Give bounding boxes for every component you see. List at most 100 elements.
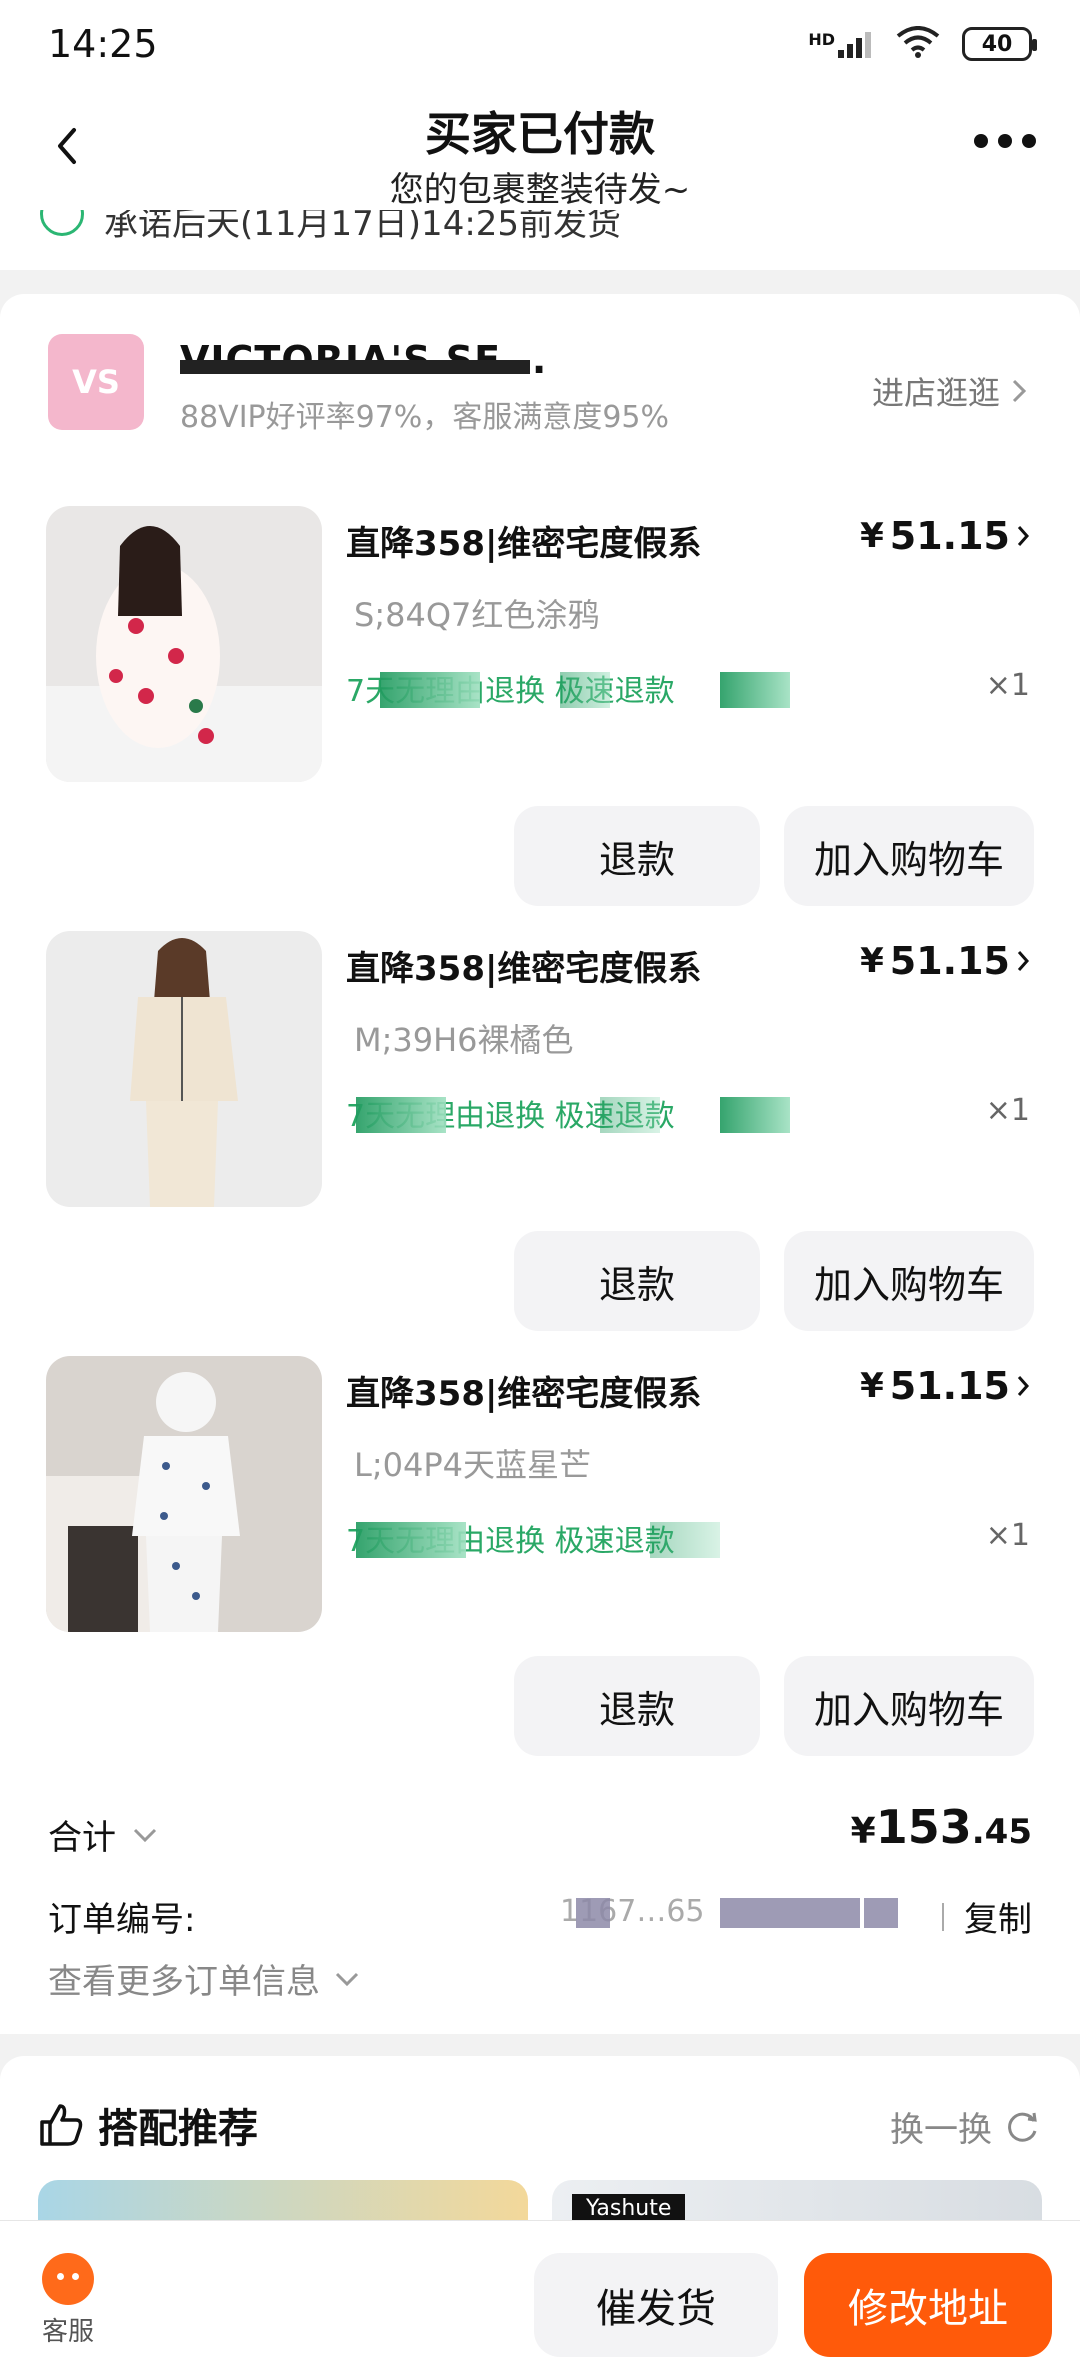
signal-icon: HD [808,30,874,58]
order-item: 直降358|维密宅度假系 ¥ 51.15 S;84Q7红色涂鸦 7天无理由退换 … [0,506,1080,926]
dot-icon [974,134,988,148]
item-actions: 退款 加入购物车 [514,806,1034,906]
product-price: ¥ 51.15 [860,514,1030,558]
copy-order-number-button[interactable]: 复制 [942,1892,1032,1941]
chevron-down-icon [335,1972,359,1986]
refund-button[interactable]: 退款 [514,806,760,906]
product-sku: L;04P4天蓝星芒 [354,1446,591,1484]
recommendation-title: 搭配推荐 [38,2096,258,2154]
item-actions: 退款 加入购物车 [514,1656,1034,1756]
redaction-mask [576,1898,610,1928]
redaction-mask [650,1522,720,1558]
refresh-icon [1008,2112,1037,2142]
order-number-label: 订单编号: [48,1900,196,1940]
order-card: VS VICTORIA'S SE... 88VIP好评率97%，客服满意度95%… [0,294,1080,2034]
divider [942,1902,944,1931]
visit-store-link[interactable]: 进店逛逛 [872,368,1028,414]
status-bar: 14:25 HD 40 [0,0,1080,90]
total-label: 合计 [48,1818,116,1858]
product-title[interactable]: 直降358|维密宅度假系 [346,516,701,565]
dot-icon [1022,134,1036,148]
redaction-mask [720,1097,790,1133]
customer-service-button[interactable]: 客服 [40,2253,96,2348]
order-item: 直降358|维密宅度假系 ¥ 51.15 L;04P4天蓝星芒 7天无理由退换 … [0,1356,1080,1776]
redaction-mask [720,672,790,708]
currency-symbol: ¥ [850,1811,876,1852]
recommended-brand-label: Yashute [572,2194,686,2223]
product-image[interactable] [46,506,322,782]
chevron-down-icon [133,1828,157,1842]
order-number-row: 订单编号: 1167…65 复制 [0,1878,1080,1948]
currency-symbol: ¥ [860,941,884,981]
more-options-button[interactable] [974,134,1036,148]
chevron-right-icon [1017,526,1030,546]
order-item: 直降358|维密宅度假系 ¥ 51.15 M;39H6裸橘色 7天无理由退换 极… [0,931,1080,1351]
status-icons: HD 40 [808,26,1037,62]
redaction-mask [600,1097,660,1133]
redaction-mask [864,1898,898,1928]
page-subtitle: 您的包裹整装待发~ [389,170,691,210]
redaction-mask [356,1097,446,1133]
check-circle-icon [40,210,84,236]
product-quantity: ×1 [985,1518,1030,1553]
copy-label: 复制 [964,1900,1032,1940]
add-to-cart-button[interactable]: 加入购物车 [784,1656,1034,1756]
item-actions: 退款 加入购物车 [514,1231,1034,1331]
redaction-mask [180,360,530,374]
add-to-cart-button[interactable]: 加入购物车 [784,1231,1034,1331]
order-total-row: 合计 ¥153.45 [0,1794,1080,1874]
redaction-mask [356,1522,466,1558]
shipping-promise: 承诺后天(11月17日)14:25前发货 [0,210,1080,270]
total-toggle[interactable]: 合计 [48,1810,158,1859]
network-label: HD [808,30,835,49]
add-to-cart-button[interactable]: 加入购物车 [784,806,1034,906]
shipping-promise-text: 承诺后天(11月17日)14:25前发货 [104,210,622,244]
redaction-mask [560,672,610,708]
chevron-right-icon [1017,1376,1030,1396]
total-integer: 153 [875,1800,972,1854]
refund-button[interactable]: 退款 [514,1656,760,1756]
shop-row[interactable]: VS VICTORIA'S SE... 88VIP好评率97%，客服满意度95%… [0,334,1080,444]
refresh-recommendations-button[interactable]: 换一换 [890,2102,1040,2151]
product-price: ¥ 51.15 [860,939,1030,983]
battery-indicator: 40 [962,27,1037,61]
product-title[interactable]: 直降358|维密宅度假系 [346,1366,701,1415]
shop-logo[interactable]: VS [48,334,144,430]
page-title: 买家已付款 [425,107,655,161]
wifi-icon [896,26,940,62]
total-amount: ¥153.45 [851,1800,1032,1854]
urge-shipping-button[interactable]: 催发货 [534,2253,778,2357]
product-title[interactable]: 直降358|维密宅度假系 [346,941,701,990]
total-decimal: .45 [971,1812,1032,1852]
price-value: 51.15 [889,939,1010,983]
redaction-mask [720,1898,860,1928]
refresh-label: 换一换 [890,2110,992,2150]
recommendation-title-text: 搭配推荐 [98,2106,258,2152]
status-time: 14:25 [48,22,158,66]
redaction-mask [380,672,480,708]
product-image[interactable] [46,1356,322,1632]
product-image[interactable] [46,931,322,1207]
product-price: ¥ 51.15 [860,1364,1030,1408]
price-value: 51.15 [889,514,1010,558]
chevron-right-icon [1017,951,1030,971]
shop-rating: 88VIP好评率97%，客服满意度95% [180,400,669,435]
thumbs-up-icon [40,2104,83,2146]
refund-button[interactable]: 退款 [514,1231,760,1331]
chevron-right-icon [1012,379,1027,403]
dot-icon [998,134,1012,148]
product-sku: M;39H6裸橘色 [354,1021,574,1059]
price-value: 51.15 [889,1364,1010,1408]
nav-bar: 买家已付款 您的包裹整装待发~ [0,90,1080,210]
more-order-info-link[interactable]: 查看更多订单信息 [48,1954,360,2003]
product-quantity: ×1 [985,1093,1030,1128]
customer-service-icon [42,2253,94,2305]
currency-symbol: ¥ [860,1366,884,1406]
product-sku: S;84Q7红色涂鸦 [354,596,600,634]
bottom-action-bar: 客服 催发货 修改地址 [0,2220,1080,2376]
visit-store-label: 进店逛逛 [871,374,1000,412]
modify-address-button[interactable]: 修改地址 [804,2253,1052,2357]
product-quantity: ×1 [985,668,1030,703]
more-order-info-label: 查看更多订单信息 [48,1962,320,2002]
currency-symbol: ¥ [860,516,884,556]
